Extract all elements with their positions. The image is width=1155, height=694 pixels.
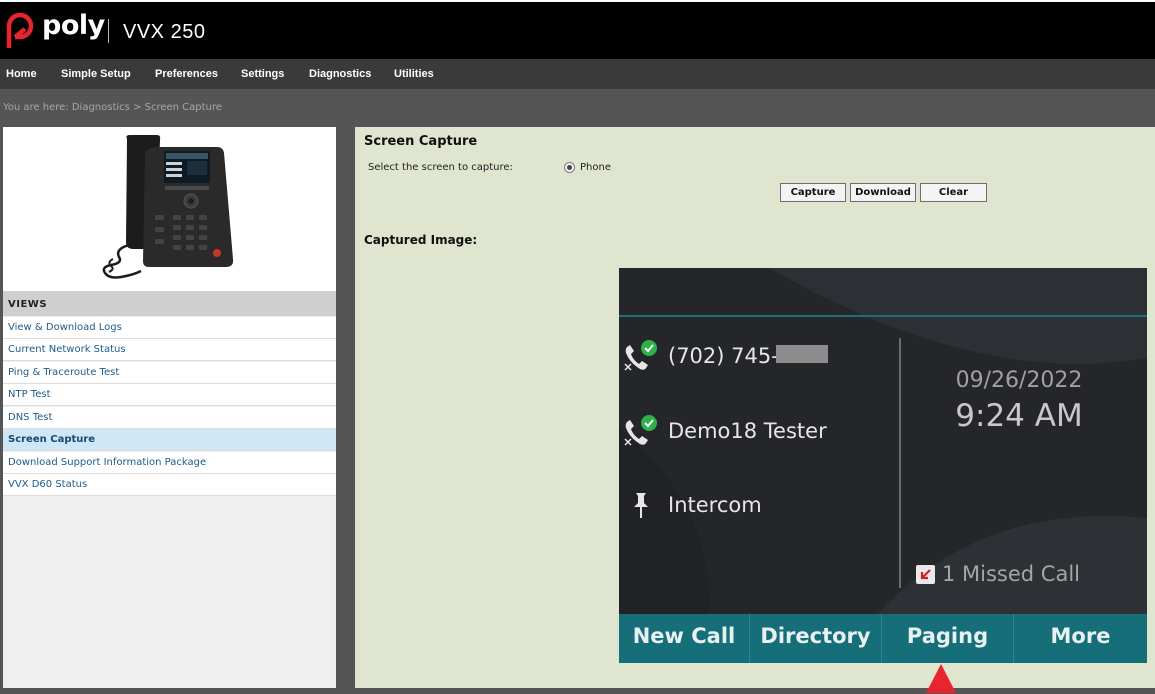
header-bar: poly VVX 250 [0,2,1155,59]
phone-radio-label[interactable]: Phone [580,162,611,173]
breadcrumb-bar: You are here: Diagnostics > Screen Captu… [0,89,1155,127]
device-model-title: VVX 250 [123,21,206,43]
phone-image-panel [3,127,336,291]
breadcrumb: You are here: Diagnostics > Screen Captu… [3,102,222,113]
download-button[interactable]: Download [850,183,916,202]
registered-line-icon [624,415,657,446]
views-title: VIEWS [8,299,48,310]
select-screen-label: Select the screen to capture: [368,162,513,173]
nav-diagnostics[interactable]: Diagnostics [309,68,371,80]
line-key-label: Intercom [668,493,762,517]
redacted-number-block [776,345,828,363]
red-pointer-arrow-icon [926,664,956,693]
softkey-directory[interactable]: Directory [750,614,882,663]
line-key-2[interactable]: Demo18 Tester [619,412,889,452]
sidebar-item-label: NTP Test [8,389,51,400]
screen-time: 9:24 AM [955,398,1083,434]
nav-simple-setup[interactable]: Simple Setup [61,68,131,80]
softkey-bar: New Call Directory Paging More [619,614,1147,663]
line-key-3[interactable]: Intercom [619,486,889,526]
sidebar-item-ntp-test[interactable]: NTP Test [3,384,336,406]
missed-call-icon [916,565,935,584]
screen-background-swoosh [619,268,1147,663]
captured-phone-screen: (702) 745- Demo18 Tester Intercom 09/26/… [619,268,1147,663]
softkey-more[interactable]: More [1014,614,1147,663]
nav-utilities[interactable]: Utilities [394,68,434,80]
sidebar-item-label: VVX D60 Status [8,479,88,490]
desk-phone-image [102,135,234,279]
registered-line-icon [624,340,657,371]
status-divider-line [619,315,1147,317]
main-nav: Home Simple Setup Preferences Settings D… [0,59,1155,89]
page-title: Screen Capture [364,134,478,149]
sidebar-item-label: Screen Capture [8,434,96,445]
poly-logo-icon [6,12,34,48]
nav-home[interactable]: Home [6,68,37,80]
sidebar-item-label: View & Download Logs [8,322,122,333]
missed-call-text: 1 Missed Call [942,562,1080,586]
nav-settings[interactable]: Settings [241,68,284,80]
sidebar-item-label: DNS Test [8,412,53,423]
sidebar: VIEWS View & Download Logs Current Netwo… [3,127,336,688]
line-key-1[interactable]: (702) 745- [619,337,889,377]
sidebar-item-label: Download Support Information Package [8,457,207,468]
sidebar-item-current-network-status[interactable]: Current Network Status [3,339,336,361]
screen-vertical-divider [899,338,901,588]
nav-preferences[interactable]: Preferences [155,68,218,80]
line-key-label: (702) 745- [668,344,779,368]
main-content: Screen Capture Select the screen to capt… [355,127,1155,688]
sidebar-item-vvx-d60-status[interactable]: VVX D60 Status [3,474,336,496]
brand-logo-text: poly [42,10,105,41]
sidebar-item-ping-traceroute-test[interactable]: Ping & Traceroute Test [3,362,336,384]
sidebar-item-label: Current Network Status [8,344,126,355]
screen-date: 09/26/2022 [955,368,1083,393]
sidebar-item-view-download-logs[interactable]: View & Download Logs [3,317,336,339]
captured-image-title: Captured Image: [364,233,478,247]
softkey-new-call[interactable]: New Call [619,614,750,663]
clear-button[interactable]: Clear [920,183,987,202]
capture-button[interactable]: Capture [780,183,846,202]
phone-radio[interactable] [564,162,575,173]
views-header: VIEWS [3,291,336,316]
sidebar-item-dns-test[interactable]: DNS Test [3,407,336,429]
header-divider [108,19,109,43]
softkey-paging[interactable]: Paging [882,614,1014,663]
sidebar-item-screen-capture[interactable]: Screen Capture [3,429,336,451]
sidebar-item-download-support-package[interactable]: Download Support Information Package [3,452,336,474]
line-key-label: Demo18 Tester [668,419,827,443]
pushpin-icon [634,493,648,518]
sidebar-item-label: Ping & Traceroute Test [8,367,120,378]
